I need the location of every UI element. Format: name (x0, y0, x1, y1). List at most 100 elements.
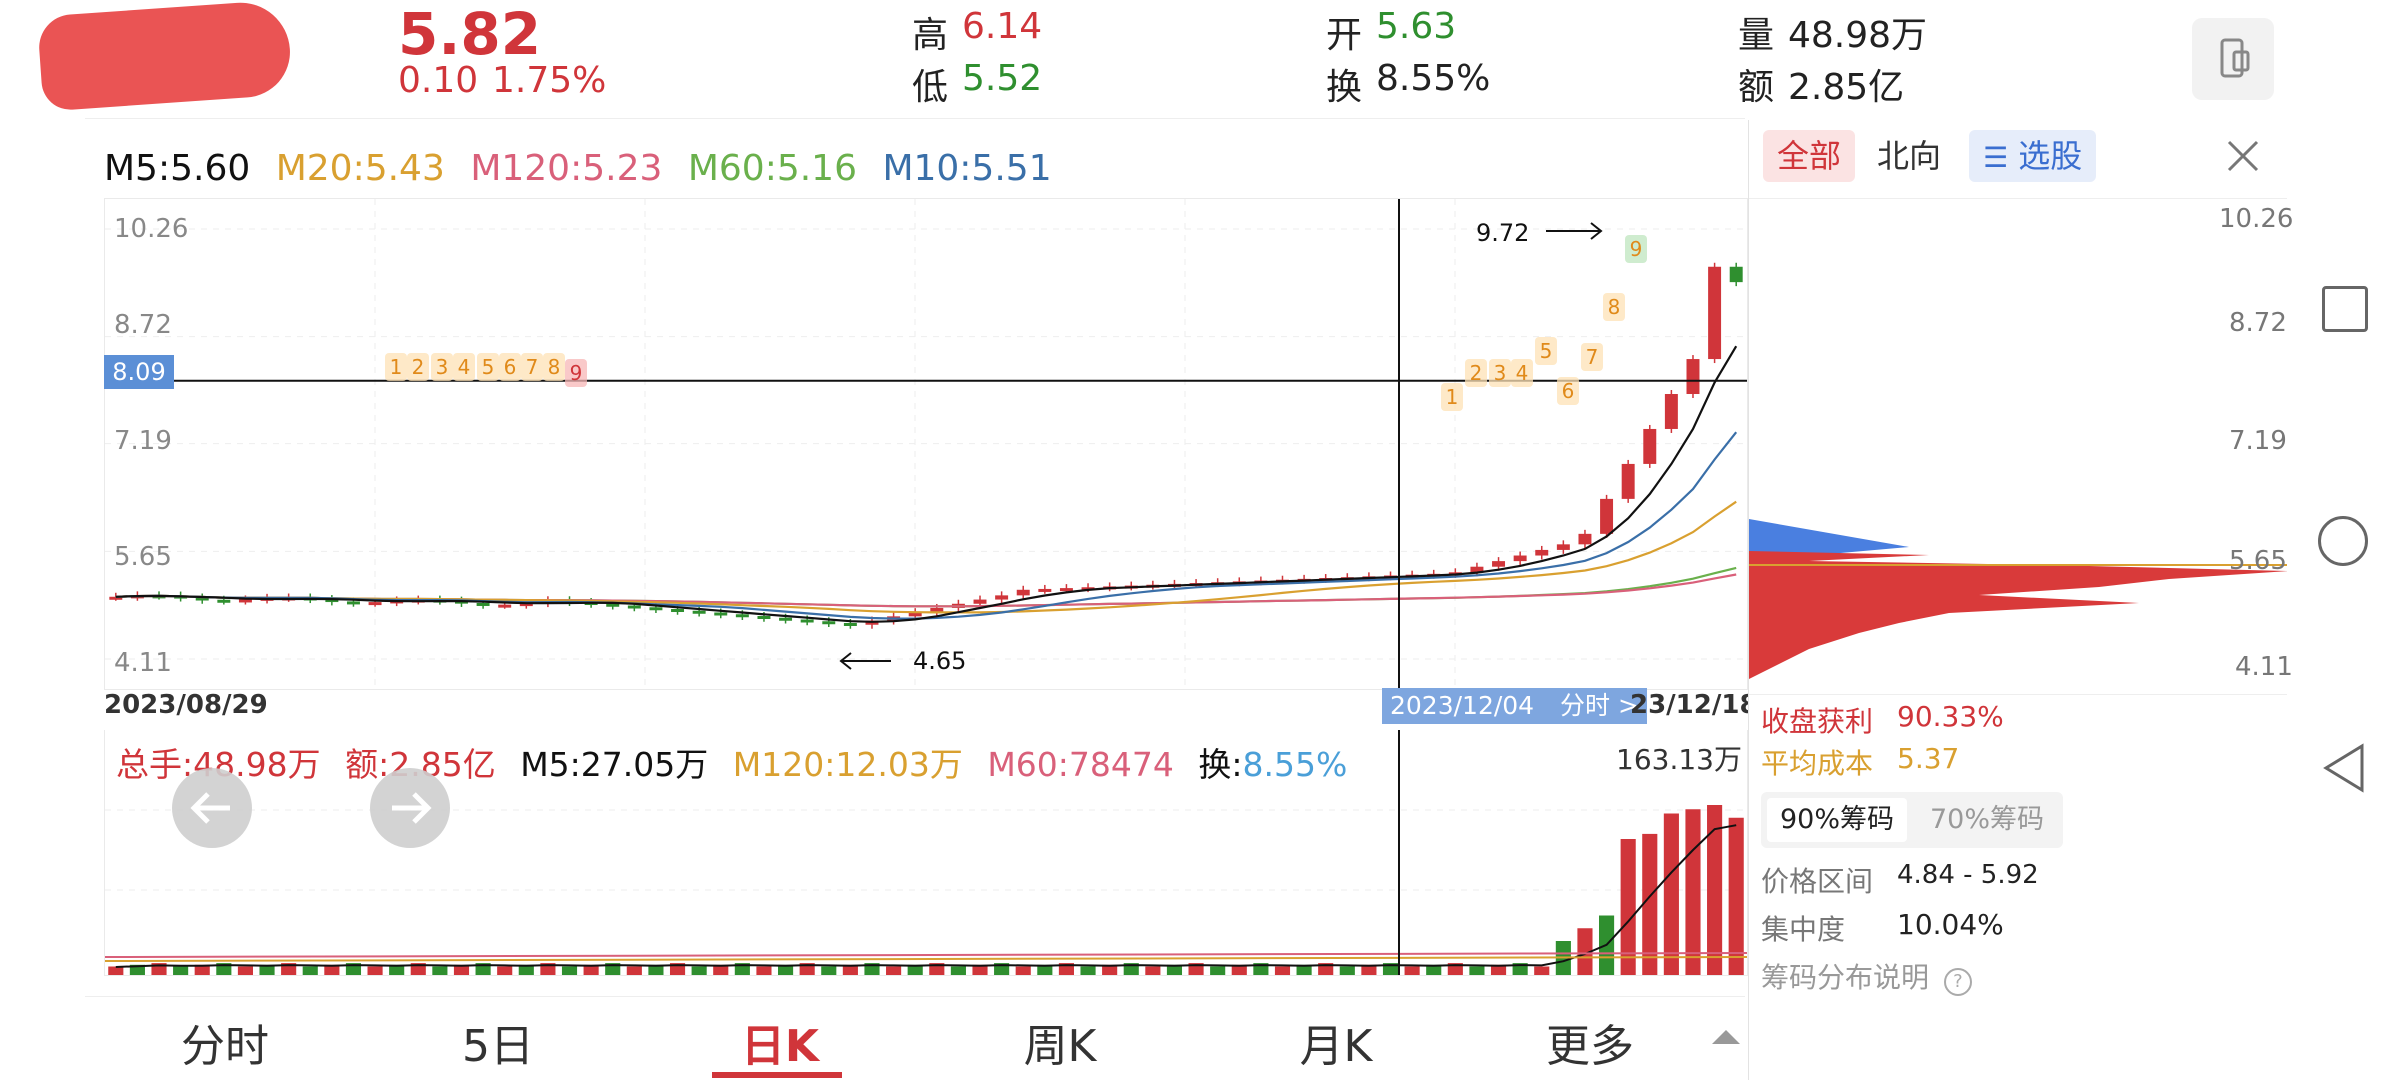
seq-marker-right-text: 7 (1586, 345, 1599, 369)
seq-marker-left-text: 3 (436, 355, 449, 379)
volume-label: 量 (1738, 15, 1775, 56)
crosshair-price-tag: 8.09 (104, 355, 174, 389)
candle (843, 622, 857, 626)
range-value: 4.84 - 5.92 (1897, 860, 2039, 890)
candle (346, 601, 360, 605)
candle (1686, 359, 1700, 395)
chip-explain-link[interactable]: 筹码分布说明 ? (1761, 956, 1972, 996)
candle (1535, 549, 1549, 556)
ma5-line (115, 345, 1738, 623)
candle (1016, 589, 1030, 596)
chip-axis-4: 5.65 (2229, 546, 2287, 576)
cursor-time-link[interactable]: 分时 > (1560, 691, 1639, 720)
tab-intraday[interactable]: 分时 (170, 1010, 280, 1074)
arrow-left-icon (190, 792, 230, 824)
volume-bar (626, 966, 642, 975)
ma20-label: M20:5.43 (275, 148, 445, 189)
chip-tab-70[interactable]: 70%筹码 (1917, 798, 2057, 842)
low-label: 低 (912, 67, 949, 108)
volume-bar (173, 966, 189, 975)
candle (498, 604, 512, 608)
open-value: 5.63 (1376, 6, 1457, 47)
candle (1729, 266, 1743, 283)
tab-more[interactable]: 更多 (1530, 1010, 1650, 1074)
candle (671, 609, 685, 613)
rotate-screen-button[interactable] (2192, 18, 2274, 100)
ma60-label: M60:5.16 (687, 148, 857, 189)
volume-bar (691, 966, 707, 975)
volume-bar (1339, 966, 1355, 975)
back-button[interactable] (2320, 742, 2368, 798)
home-button[interactable] (2318, 516, 2368, 566)
candle (1059, 588, 1073, 592)
tab-daily-k[interactable]: 日K (720, 1010, 840, 1074)
price-axis-3: 7.19 (114, 426, 172, 456)
ma-legend: M5:5.60 M20:5.43 M120:5.23 M60:5.16 M10:… (104, 148, 1052, 189)
seq-marker-right-text: 9 (1630, 237, 1643, 261)
volume-bar (1404, 966, 1420, 975)
amount-label: 额 (1738, 67, 1775, 108)
scroll-right-button[interactable] (370, 768, 450, 848)
cost-label: 平均成本 (1761, 747, 1874, 780)
chip-ratio-tabs: 90%筹码 70%筹码 (1761, 792, 2063, 848)
volume-bar (1210, 966, 1226, 975)
header-divider (85, 118, 1745, 119)
tab-weekly-k[interactable]: 周K (1000, 1010, 1120, 1074)
chip-tab-select[interactable]: ☰ 选股 (1969, 130, 2097, 182)
active-tab-underline (712, 1072, 842, 1078)
cursor-date-tag[interactable]: 2023/12/04 分时 > (1382, 688, 1647, 724)
volume-bar (821, 966, 837, 975)
seq-marker-right-text: 6 (1562, 379, 1575, 403)
chip-tab-all[interactable]: 全部 (1763, 130, 1856, 182)
tab-5day[interactable]: 5日 (448, 1010, 548, 1074)
volume-bar (1620, 839, 1636, 975)
seq-marker-left-text: 2 (412, 355, 425, 379)
high-value: 6.14 (962, 6, 1043, 47)
recent-apps-button[interactable] (2322, 286, 2368, 332)
candle (368, 602, 382, 606)
chip-tab-90[interactable]: 90%筹码 (1767, 798, 1907, 842)
kline-chart[interactable]: 9.72 4.65 1 2 3 4 5 6 7 8 9 1 2 3 4 5 6 7 8 9 (104, 198, 1748, 690)
tab-monthly-k[interactable]: 月K (1276, 1010, 1396, 1074)
candle (1708, 266, 1722, 360)
chip-tab-select-label: 选股 (2018, 137, 2083, 175)
candle (1643, 428, 1657, 464)
volume-bar (1080, 966, 1096, 975)
amount-value: 2.85亿 (1788, 67, 1905, 108)
candle (217, 599, 231, 603)
volume-bar (432, 966, 448, 975)
close-panel-button[interactable] (2221, 134, 2265, 178)
candle (995, 595, 1009, 600)
scroll-left-button[interactable] (172, 768, 252, 848)
price-axis-1: 10.26 (114, 214, 189, 244)
list-icon: ☰ (1983, 141, 2009, 174)
volume-svg (104, 730, 1748, 975)
chip-axis-2: 8.72 (2229, 308, 2287, 338)
volume-bar (1015, 966, 1031, 975)
candle (692, 610, 706, 614)
candle (606, 603, 620, 607)
vol-ma5-line (115, 824, 1737, 968)
current-price: 5.82 (398, 0, 542, 68)
price-axis-2: 8.72 (114, 310, 172, 340)
seq-marker-right-text: 2 (1470, 361, 1483, 385)
volume-bar (1145, 966, 1161, 975)
seq-marker-right-text: 5 (1540, 339, 1553, 363)
candle (238, 599, 252, 603)
candle (1621, 463, 1635, 499)
date-end: 23/12/18 (1630, 690, 1758, 720)
volume-bar (1685, 809, 1701, 975)
volume-bar (756, 966, 772, 975)
cost-value: 5.37 (1897, 742, 1960, 775)
volume-chart[interactable] (104, 730, 1748, 976)
seq-marker-left-text: 6 (504, 355, 517, 379)
chip-tab-north[interactable]: 北向 (1863, 130, 1955, 182)
arrow-right-icon (392, 792, 432, 824)
price-axis-5: 4.11 (114, 648, 172, 678)
tabs-expand-icon[interactable] (1712, 1030, 1740, 1044)
volume-bar (1274, 966, 1291, 975)
seq-marker-left-text: 5 (482, 355, 495, 379)
candle (1600, 498, 1614, 534)
low-arrow (839, 652, 891, 670)
volume-bar (950, 966, 966, 975)
